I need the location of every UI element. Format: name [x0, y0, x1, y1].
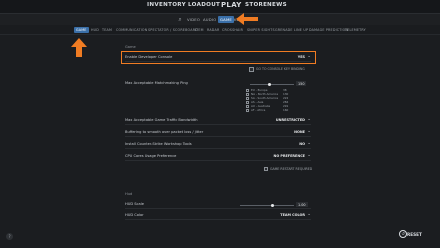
- chevron-down-icon[interactable]: ⌄: [307, 117, 311, 122]
- subtab-video[interactable]: VIDEO: [187, 17, 200, 22]
- cpu-label: CPU Cores Usage Preference: [125, 154, 177, 158]
- nav-loadout[interactable]: LOADOUT: [188, 2, 220, 12]
- cattab-item[interactable]: ITEM: [195, 28, 204, 32]
- settings-subtab-bar: ⌕ VIDEO AUDIO GAME KB: [0, 14, 440, 25]
- section-title-hud: Hud: [125, 192, 133, 196]
- max-ping-slider-track[interactable]: [250, 84, 294, 85]
- cattab-crosshair[interactable]: CROSSHAIR: [222, 28, 243, 32]
- ping-region-checkbox[interactable]: [246, 97, 249, 100]
- cattab-team[interactable]: TEAM: [102, 28, 112, 32]
- category-tab-bar: GAME HUD TEAM COMMUNICATION SPECTATOR / …: [0, 25, 440, 35]
- cattab-communication[interactable]: COMMUNICATION: [116, 28, 147, 32]
- max-ping-slider-knob[interactable]: [268, 82, 271, 86]
- restart-note-icon: [264, 167, 268, 171]
- console-key-checkbox[interactable]: [249, 67, 254, 72]
- ping-region-checkbox[interactable]: [246, 93, 249, 96]
- hud-scale-slider-track[interactable]: [240, 205, 294, 206]
- ping-region-checkbox[interactable]: [246, 105, 249, 108]
- max-ping-label: Max Acceptable Matchmaking Ping: [125, 81, 188, 85]
- hud-scale-slider-knob[interactable]: [270, 203, 274, 207]
- hud-color-value[interactable]: TEAM COLOR: [280, 213, 305, 217]
- setting-workshop-tools[interactable]: Install Counter-Strike Workshop Tools NO…: [125, 141, 311, 149]
- buffering-value[interactable]: NONE: [294, 130, 305, 134]
- cattab-grenade-lineup[interactable]: GRENADE LINE UP: [275, 28, 308, 32]
- dev-console-label: Enable Developer Console: [125, 55, 173, 59]
- setting-dev-console[interactable]: Enable Developer Console YES ⌄: [125, 54, 311, 62]
- hud-color-label: HUD Color: [125, 213, 144, 217]
- cattab-telemetry[interactable]: TELEMETRY: [345, 28, 366, 32]
- cattab-damage-prediction[interactable]: DAMAGE PREDICTION: [309, 28, 348, 32]
- ping-region-checkbox[interactable]: [246, 101, 249, 104]
- ping-region-value: 160: [283, 108, 289, 112]
- cattab-spectator[interactable]: SPECTATOR / SCOREBOARD: [148, 28, 198, 32]
- nav-play[interactable]: PLAY: [221, 1, 242, 11]
- restart-required-note: GAME RESTART REQUIRED: [270, 167, 313, 171]
- workshop-label: Install Counter-Strike Workshop Tools: [125, 142, 192, 146]
- ping-region-checkbox[interactable]: [246, 109, 249, 112]
- ping-region-checkbox[interactable]: [246, 89, 249, 92]
- top-nav-bar: INVENTORY LOADOUT PLAY STORE NEWS: [0, 0, 440, 14]
- help-icon[interactable]: ?: [6, 233, 13, 240]
- section-title-game: Game: [125, 45, 136, 49]
- dev-console-value[interactable]: YES: [298, 55, 305, 59]
- reset-icon[interactable]: ↺: [399, 230, 407, 238]
- chevron-down-icon[interactable]: ⌄: [307, 153, 311, 158]
- search-icon[interactable]: ⌕: [176, 16, 184, 24]
- setting-hud-color[interactable]: HUD Color TEAM COLOR ⌄: [125, 212, 311, 220]
- nav-inventory[interactable]: INVENTORY: [147, 2, 186, 12]
- chevron-down-icon[interactable]: ⌄: [307, 141, 311, 146]
- cattab-sniper-sights[interactable]: SNIPER SIGHTS: [247, 28, 275, 32]
- cattab-hud[interactable]: HUD: [91, 28, 99, 32]
- chevron-down-icon[interactable]: ⌄: [307, 129, 311, 134]
- workshop-value[interactable]: NO: [299, 142, 305, 146]
- console-key-binding-link[interactable]: GO TO CONSOLE KEY BINDING: [256, 67, 305, 71]
- bandwidth-label: Max Acceptable Game Traffic Bandwidth: [125, 118, 198, 122]
- subtab-audio[interactable]: AUDIO: [203, 17, 216, 22]
- cpu-value[interactable]: NO PREFERENCE: [273, 154, 305, 158]
- setting-bandwidth[interactable]: Max Acceptable Game Traffic Bandwidth UN…: [125, 117, 311, 125]
- cattab-game[interactable]: GAME: [74, 27, 89, 33]
- setting-cpu-cores[interactable]: CPU Cores Usage Preference NO PREFERENCE…: [125, 153, 311, 161]
- bandwidth-value[interactable]: UNRESTRICTED: [276, 118, 305, 122]
- hud-scale-label: HUD Scale: [125, 202, 144, 206]
- subtab-game[interactable]: GAME: [218, 16, 235, 23]
- nav-store[interactable]: STORE: [245, 2, 267, 12]
- max-ping-value[interactable]: 150: [296, 81, 307, 86]
- chevron-down-icon[interactable]: ⌄: [307, 54, 311, 59]
- ping-region-name: AF - Africa: [251, 108, 266, 112]
- buffering-label: Buffering to smooth over packet loss / j…: [125, 130, 204, 134]
- setting-buffering[interactable]: Buffering to smooth over packet loss / j…: [125, 129, 311, 137]
- chevron-down-icon[interactable]: ⌄: [307, 212, 311, 217]
- hud-scale-value[interactable]: 1.00: [296, 202, 308, 207]
- nav-news[interactable]: NEWS: [267, 2, 287, 12]
- cattab-radar[interactable]: RADAR: [207, 28, 219, 32]
- reset-button[interactable]: RESET: [407, 232, 422, 237]
